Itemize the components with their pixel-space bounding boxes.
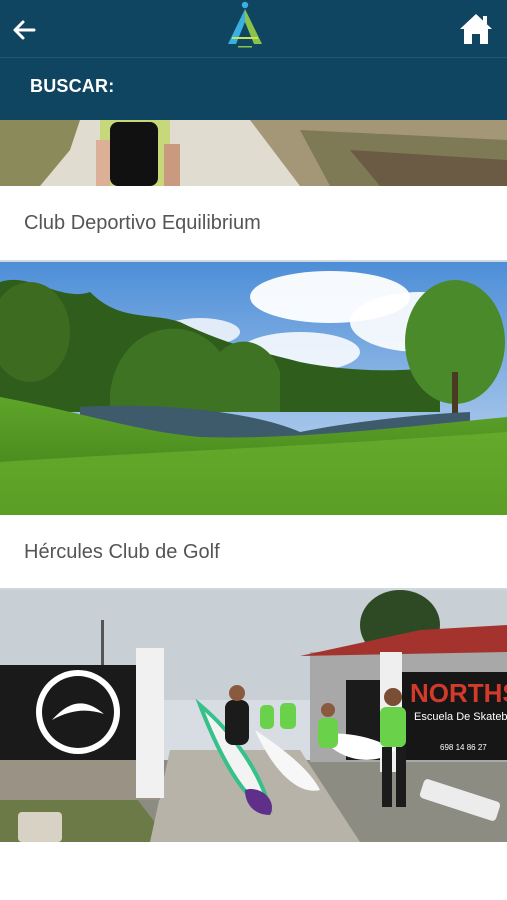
header-divider bbox=[0, 57, 507, 58]
app-header: BUSCAR: bbox=[0, 0, 507, 120]
back-button[interactable] bbox=[8, 14, 40, 46]
home-button[interactable] bbox=[457, 10, 495, 48]
result-title[interactable]: Hércules Club de Golf bbox=[24, 541, 220, 564]
shop-sign-phone: 698 14 86 27 bbox=[440, 743, 487, 752]
result-title[interactable]: Club Deportivo Equilibrium bbox=[24, 212, 261, 235]
shop-sign-title: NORTHS bbox=[410, 678, 507, 708]
search-label[interactable]: BUSCAR: bbox=[30, 76, 114, 97]
home-icon bbox=[460, 14, 492, 44]
result-image-hercules[interactable] bbox=[0, 262, 507, 515]
result-image-equilibrium[interactable] bbox=[0, 120, 507, 186]
app-logo bbox=[228, 1, 262, 48]
shop-sign-subtitle: Escuela De Skateb bbox=[414, 711, 507, 723]
result-image-surf[interactable]: NORTHS Escuela De Skateb 698 14 86 27 bbox=[0, 590, 507, 842]
arrow-left-icon bbox=[13, 20, 36, 40]
